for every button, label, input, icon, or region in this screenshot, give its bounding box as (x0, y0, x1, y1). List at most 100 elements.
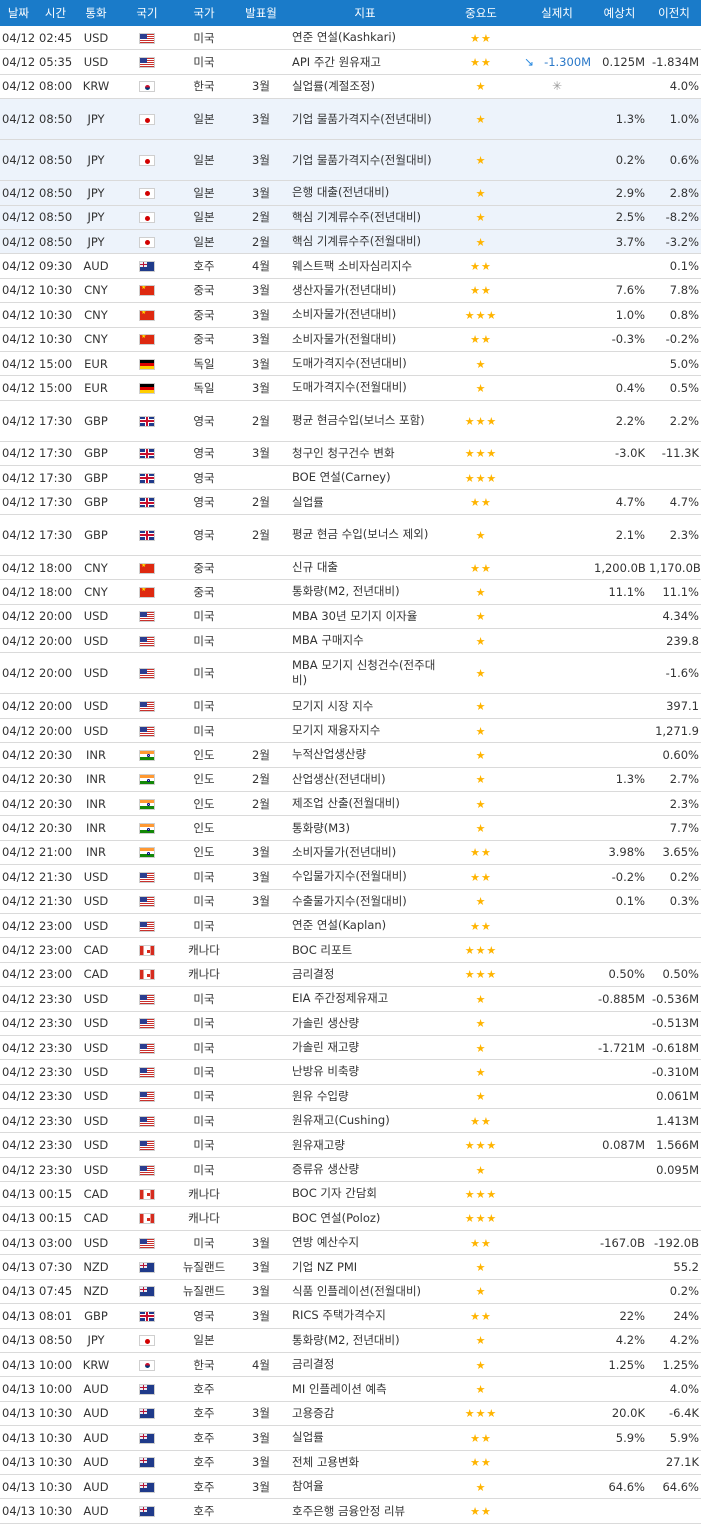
indicator-cell[interactable]: 청구인 청구건수 변화 (290, 441, 440, 467)
table-row[interactable]: 04/13 08:50 JPY 일본 통화량(M2, 전년대비) ★ 4.2% 4.2% (0, 1328, 701, 1353)
table-row[interactable]: 04/13 10:30 AUD 호주 3월 실업률 ★★ 5.9% 5.9% (0, 1425, 701, 1451)
table-row[interactable]: 04/12 20:00 USD 미국 모기지 재융자지수 ★ 1,271.9 (0, 718, 701, 744)
indicator-cell[interactable]: 기업 물품가격지수(전년대비) (290, 98, 440, 141)
col-time[interactable]: 시간 (37, 0, 74, 26)
table-row[interactable]: 04/12 23:30 USD 미국 가솔린 생산량 ★ -0.513M (0, 1011, 701, 1036)
table-row[interactable]: 04/12 21:30 USD 미국 3월 수출물가지수(전월대비) ★ 0.1% 0.3% (0, 889, 701, 914)
col-forecast[interactable]: 예상치 (592, 0, 647, 26)
table-row[interactable]: 04/12 21:30 USD 미국 3월 수입물가지수(전월대비) ★★ -0.2% 0.2% (0, 864, 701, 890)
indicator-cell[interactable]: 제조업 산출(전월대비) (290, 791, 440, 817)
indicator-cell[interactable]: MBA 모기지 신청건수(전주대비) (290, 652, 440, 695)
table-row[interactable]: 04/12 20:00 USD 미국 MBA 구매지수 ★ 239.8 (0, 628, 701, 654)
table-row[interactable]: 04/12 08:50 JPY 일본 2월 핵심 기계류수주(전년대비) ★ 2.5% -8.2… (0, 205, 701, 230)
table-row[interactable]: 04/13 10:30 AUD 호주 3월 참여율 ★ 64.6% 64.6% (0, 1474, 701, 1500)
indicator-cell[interactable]: 소비자물가(전년대비) (290, 302, 440, 328)
table-row[interactable]: 04/12 20:00 USD 미국 MBA 30년 모기지 이자율 ★ 4.34% (0, 604, 701, 630)
table-row[interactable]: 04/12 21:00 INR 인도 3월 소비자물가(전년대비) ★★ 3.98% 3.65% (0, 840, 701, 866)
indicator-cell[interactable]: 소비자물가(전월대비) (290, 327, 440, 352)
table-row[interactable]: 04/12 23:30 USD 미국 EIA 주간정제유재고 ★ -0.885M -0.536… (0, 986, 701, 1012)
table-row[interactable]: 04/12 23:30 USD 미국 증류유 생산량 ★ 0.095M (0, 1157, 701, 1183)
indicator-cell[interactable]: 신규 대출 (290, 555, 440, 581)
indicator-cell[interactable]: MBA 30년 모기지 이자율 (290, 604, 440, 630)
table-row[interactable]: 04/12 20:30 INR 인도 2월 산업생산(전년대비) ★ 1.3% 2.7% (0, 767, 701, 792)
indicator-cell[interactable]: 실업률(계절조정) (290, 74, 440, 100)
table-row[interactable]: 04/12 20:00 USD 미국 모기지 시장 지수 ★ 397.1 (0, 693, 701, 719)
indicator-cell[interactable]: 전체 고용변화 (290, 1450, 440, 1475)
table-row[interactable]: 04/12 23:00 USD 미국 연준 연설(Kaplan) ★★ (0, 913, 701, 939)
indicator-cell[interactable]: MI 인플레이션 예측 (290, 1376, 440, 1402)
indicator-cell[interactable]: 소비자물가(전년대비) (290, 840, 440, 866)
table-row[interactable]: 04/12 17:30 GBP 영국 BOE 연설(Carney) ★★★ (0, 465, 701, 491)
table-row[interactable]: 04/12 08:50 JPY 일본 3월 기업 물품가격지수(전월대비) ★ 0.2% 0.6… (0, 139, 701, 182)
indicator-cell[interactable]: 고용증감 (290, 1401, 440, 1427)
indicator-cell[interactable]: 원유재고(Cushing) (290, 1108, 440, 1134)
col-actual[interactable]: 실제치 (522, 0, 592, 26)
table-row[interactable]: 04/13 07:45 NZD 뉴질랜드 3월 식품 인플레이션(전월대비) ★ 0.2% (0, 1279, 701, 1305)
col-previous[interactable]: 이전치 (647, 0, 701, 26)
table-row[interactable]: 04/12 23:30 USD 미국 난방유 비축량 ★ -0.310M (0, 1059, 701, 1085)
table-row[interactable]: 04/12 20:30 INR 인도 통화량(M3) ★ 7.7% (0, 815, 701, 841)
table-row[interactable]: 04/13 00:15 CAD 캐나다 BOC 기자 간담회 ★★★ (0, 1181, 701, 1207)
indicator-cell[interactable]: 가솔린 생산량 (290, 1011, 440, 1036)
indicator-cell[interactable]: 참여율 (290, 1474, 440, 1500)
indicator-cell[interactable]: 수출물가지수(전월대비) (290, 889, 440, 914)
table-row[interactable]: 04/12 15:00 EUR 독일 3월 도매가격지수(전월대비) ★ 0.4% 0.5% (0, 375, 701, 401)
indicator-cell[interactable]: 난방유 비축량 (290, 1059, 440, 1085)
indicator-cell[interactable]: EIA 주간정제유재고 (290, 986, 440, 1012)
indicator-cell[interactable]: MBA 구매지수 (290, 628, 440, 654)
table-row[interactable]: 04/13 03:00 USD 미국 3월 연방 예산수지 ★★ -167.0B -192.0B (0, 1230, 701, 1256)
col-flag[interactable]: 국기 (118, 0, 176, 26)
indicator-cell[interactable]: 기업 NZ PMI (290, 1254, 440, 1280)
indicator-cell[interactable]: 가솔린 재고량 (290, 1035, 440, 1061)
indicator-cell[interactable]: 호주은행 금융안정 리뷰 (290, 1498, 440, 1524)
table-row[interactable]: 04/12 05:35 USD 미국 API 주간 원유재고 ★★ ↘ -1.300M 0.12… (0, 49, 701, 75)
indicator-cell[interactable]: 통화량(M2, 전년대비) (290, 1328, 440, 1353)
indicator-cell[interactable]: BOC 연설(Poloz) (290, 1206, 440, 1232)
indicator-cell[interactable]: 연준 연설(Kashkari) (290, 26, 440, 51)
table-row[interactable]: 04/12 17:30 GBP 영국 2월 평균 현금 수입(보너스 제외) ★ 2.1% 2.… (0, 514, 701, 556)
col-currency[interactable]: 통화 (74, 0, 118, 26)
table-row[interactable]: 04/12 23:30 USD 미국 가솔린 재고량 ★ -1.721M -0.618M (0, 1035, 701, 1061)
indicator-cell[interactable]: 핵심 기계류수주(전년대비) (290, 205, 440, 230)
indicator-cell[interactable]: 통화량(M3) (290, 815, 440, 841)
indicator-cell[interactable]: 도매가격지수(전월대비) (290, 375, 440, 401)
indicator-cell[interactable]: 원유재고량 (290, 1132, 440, 1158)
indicator-cell[interactable]: 산업생산(전년대비) (290, 767, 440, 792)
table-row[interactable]: 04/1218:00CNY 중국 통화량(M2, 전년대비) ★ 11.1%11.1% (0, 579, 701, 605)
table-row[interactable]: 04/12 09:30 AUD 호주 4월 웨스트팩 소비자심리지수 ★★ 0.1% (0, 253, 701, 279)
indicator-cell[interactable]: 금리결정 (290, 1352, 440, 1378)
indicator-cell[interactable]: API 주간 원유재고 (290, 49, 440, 75)
indicator-cell[interactable]: 핵심 기계류수주(전월대비) (290, 229, 440, 255)
indicator-cell[interactable]: RICS 주택가격수지 (290, 1303, 440, 1329)
table-row[interactable]: 04/1210:30CNY 중국3월소비자물가(전월대비) ★★ -0.3%-0.2% (0, 327, 701, 352)
table-row[interactable]: 04/12 23:00 CAD 캐나다 금리결정 ★★★ 0.50% 0.50% (0, 962, 701, 988)
table-row[interactable]: 04/13 10:30 AUD 호주 3월 고용증감 ★★★ 20.0K -6.4K (0, 1401, 701, 1427)
table-row[interactable]: 04/13 07:30 NZD 뉴질랜드 3월 기업 NZ PMI ★ 55.2 (0, 1254, 701, 1280)
table-row[interactable]: 04/12 23:00 CAD 캐나다 BOC 리포트 ★★★ (0, 937, 701, 963)
table-row[interactable]: 04/12 08:50 JPY 일본 3월 은행 대출(전년대비) ★ 2.9% 2.8% (0, 180, 701, 206)
indicator-cell[interactable]: 실업률 (290, 1425, 440, 1451)
indicator-cell[interactable]: BOC 기자 간담회 (290, 1181, 440, 1207)
indicator-cell[interactable]: 수입물가지수(전월대비) (290, 864, 440, 890)
indicator-cell[interactable]: 모기지 재융자지수 (290, 718, 440, 744)
col-period[interactable]: 발표월 (232, 0, 290, 26)
table-row[interactable]: 04/12 08:50 JPY 일본 2월 핵심 기계류수주(전월대비) ★ 3.7% -3.2… (0, 229, 701, 255)
table-row[interactable]: 04/13 10:00 KRW 한국 4월 금리결정 ★ 1.25% 1.25% (0, 1352, 701, 1378)
indicator-cell[interactable]: 증류유 생산량 (290, 1157, 440, 1183)
table-row[interactable]: 04/13 10:00 AUD 호주 MI 인플레이션 예측 ★ 4.0% (0, 1376, 701, 1402)
indicator-cell[interactable]: 금리결정 (290, 962, 440, 988)
table-row[interactable]: 04/12 15:00 EUR 독일 3월 도매가격지수(전년대비) ★ 5.0% (0, 351, 701, 377)
table-row[interactable]: 04/12 08:50 JPY 일본 3월 기업 물품가격지수(전년대비) ★ 1.3% 1.0… (0, 98, 701, 141)
table-row[interactable]: 04/12 23:30 USD 미국 원유재고(Cushing) ★★ 1.413M (0, 1108, 701, 1134)
indicator-cell[interactable]: 원유 수입량 (290, 1084, 440, 1110)
table-row[interactable]: 04/1218:00CNY 중국 신규 대출 ★★ 1,200.0B1,170.0B (0, 555, 701, 581)
indicator-cell[interactable]: 평균 현금수입(보너스 포함) (290, 400, 440, 442)
indicator-cell[interactable]: 생산자물가(전년대비) (290, 278, 440, 304)
indicator-cell[interactable]: 웨스트팩 소비자심리지수 (290, 253, 440, 279)
indicator-cell[interactable]: 평균 현금 수입(보너스 제외) (290, 514, 440, 556)
indicator-cell[interactable]: 은행 대출(전년대비) (290, 180, 440, 206)
col-country[interactable]: 국가 (176, 0, 232, 26)
indicator-cell[interactable]: BOE 연설(Carney) (290, 465, 440, 491)
indicator-cell[interactable]: BOC 리포트 (290, 937, 440, 963)
indicator-cell[interactable]: 실업률 (290, 489, 440, 515)
